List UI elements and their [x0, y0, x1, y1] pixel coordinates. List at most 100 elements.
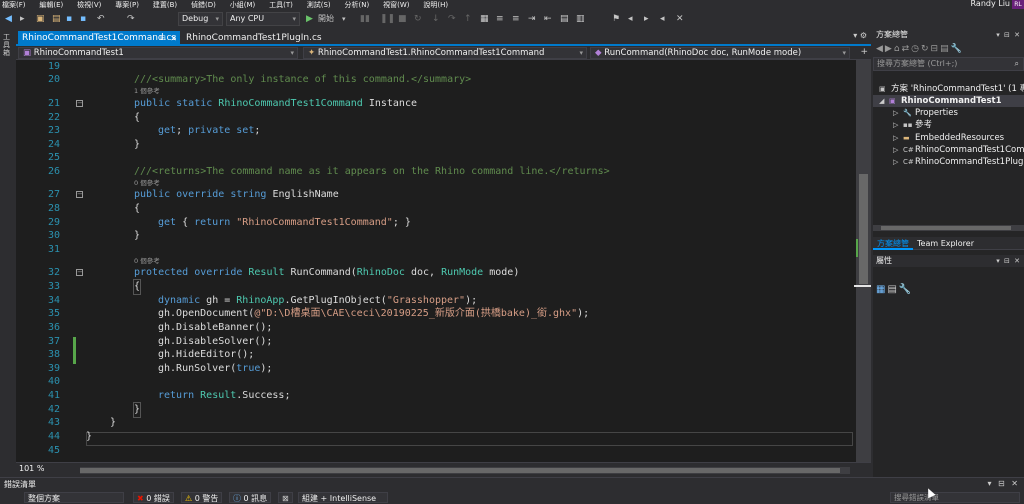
back-icon[interactable]: ◀ — [876, 44, 885, 54]
menu-edit[interactable]: 編輯(E) — [39, 1, 63, 9]
undo-icon[interactable]: ↶ — [97, 12, 105, 26]
uncomment-icon[interactable]: ≡ — [512, 12, 520, 26]
next-bookmark-icon[interactable]: ▸ — [644, 12, 649, 26]
user-name[interactable]: Randy Liu — [971, 0, 1010, 8]
format-icon[interactable]: ▤ — [560, 12, 569, 26]
tree-horizontal-scrollbar[interactable] — [873, 225, 1024, 231]
refresh-icon[interactable]: ↻ — [921, 44, 931, 54]
zoom-level[interactable]: 101 % — [19, 464, 44, 473]
reference-count[interactable]: 1 個參考 — [134, 87, 160, 95]
tab-command-cs[interactable]: RhinoCommandTest1Command.cs ⊟ ✕ — [18, 31, 180, 46]
start-button[interactable]: 開始 — [318, 12, 334, 26]
menu-project[interactable]: 專案(P) — [115, 1, 139, 9]
comment-icon[interactable]: ≡ — [496, 12, 504, 26]
tree-embedded-resources[interactable]: ▷ ▬ EmbeddedResources — [893, 132, 1004, 144]
build-source-select[interactable]: 組建 + IntelliSense — [298, 492, 388, 503]
collapsed-icon[interactable]: ▷ — [893, 132, 903, 144]
pending-icon[interactable]: ◷ — [911, 44, 921, 54]
bookmark-flag-icon[interactable]: ⚑ — [612, 12, 620, 26]
solution-explorer-search[interactable]: 搜尋方案總管 (Ctrl+;) ⌕ — [873, 57, 1024, 71]
tree-properties[interactable]: ▷ 🔧 Properties — [893, 107, 958, 119]
tab-list-dropdown-icon[interactable]: ▾ ⚙ — [853, 31, 867, 40]
tree-scroll-thumb[interactable] — [881, 226, 1011, 230]
collapse-all-icon[interactable]: ⊟ — [931, 44, 941, 54]
tree-command-file[interactable]: ▷ C#RhinoCommandTest1Comm — [893, 144, 1024, 156]
menu-view[interactable]: 檢視(V) — [77, 1, 101, 9]
stop-icon[interactable]: ■ — [398, 12, 407, 26]
redo-icon[interactable]: ↷ — [127, 12, 135, 26]
outdent-icon[interactable]: ⇤ — [544, 12, 552, 26]
menu-team[interactable]: 小組(M) — [230, 1, 256, 9]
menu-build[interactable]: 建置(B) — [153, 1, 177, 9]
tree-solution[interactable]: ▣ 方案 'RhinoCommandTest1' (1 專案 — [879, 83, 1024, 95]
configuration-select[interactable]: Debug ▾ — [178, 12, 223, 26]
messages-filter[interactable]: ⓘ 0 訊息 — [229, 492, 272, 503]
start-dropdown-icon[interactable]: ▾ — [342, 12, 346, 26]
prev-bookmark-icon[interactable]: ◂ — [628, 12, 633, 26]
platform-select[interactable]: Any CPU ▾ — [226, 12, 300, 26]
collapse-icon[interactable]: − — [76, 191, 83, 198]
vertical-scroll-thumb[interactable] — [859, 174, 868, 284]
scope-select[interactable]: 整個方案 — [24, 492, 124, 503]
errors-filter[interactable]: ✖ 0 錯誤 — [133, 492, 174, 503]
step-over-icon[interactable]: ↷ — [448, 12, 456, 26]
horizontal-scrollbar[interactable] — [80, 467, 850, 474]
code-editor[interactable]: 19 20 ///<summary>The only instance of th… — [16, 60, 856, 462]
categorized-icon[interactable]: ▦ — [876, 284, 887, 295]
new-project-icon[interactable]: ▣ — [36, 12, 45, 26]
pause-icon[interactable]: ❚❚ — [380, 12, 395, 26]
type-dropdown[interactable]: ✦ RhinoCommandTest1.RhinoCommandTest1Com… — [303, 47, 587, 59]
restart-icon[interactable]: ↻ — [414, 12, 422, 26]
save-all-icon[interactable]: ▪ — [80, 12, 86, 26]
toolbox-tab[interactable]: 工具箱 — [3, 33, 13, 57]
collapse-icon[interactable]: − — [76, 269, 83, 276]
menu-test[interactable]: 測試(S) — [307, 1, 331, 9]
tree-project[interactable]: ◢ ▣ RhinoCommandTest1 — [873, 95, 1024, 107]
tab-plugin-cs[interactable]: RhinoCommandTest1PlugIn.cs — [182, 31, 322, 46]
bookmark-icon[interactable]: ▦ — [480, 12, 489, 26]
menu-debug[interactable]: 偵錯(D) — [191, 1, 216, 9]
attach-icon[interactable]: ▮▮ — [360, 12, 370, 26]
sync-icon[interactable]: ⇄ — [902, 44, 912, 54]
search-icon[interactable]: ⌕ — [1015, 58, 1019, 70]
expanded-icon[interactable]: ◢ — [879, 95, 889, 107]
horizontal-scroll-thumb[interactable] — [80, 468, 840, 473]
collapsed-icon[interactable]: ▷ — [893, 107, 903, 119]
close-icon[interactable]: ✕ — [170, 31, 177, 46]
indent-icon[interactable]: ⇥ — [528, 12, 536, 26]
open-folder-icon[interactable]: ▤ — [52, 12, 61, 26]
home-icon[interactable]: ⌂ — [894, 44, 902, 54]
tab-team-explorer[interactable]: Team Explorer — [913, 237, 978, 250]
collapsed-icon[interactable]: ▷ — [893, 144, 903, 156]
forward-icon[interactable]: ▶ — [885, 44, 894, 54]
reference-count[interactable]: 0 個參考 — [134, 257, 160, 265]
panel-controls[interactable]: ▾ ⊟ ✕ — [996, 255, 1021, 267]
warnings-filter[interactable]: ⚠ 0 警告 — [181, 492, 223, 503]
collapsed-icon[interactable]: ▷ — [893, 156, 903, 168]
clear-filter-icon[interactable]: ⊠ — [278, 492, 293, 503]
menu-window[interactable]: 視窗(W) — [383, 1, 409, 9]
clear-bookmarks-icon[interactable]: ✕ — [676, 12, 684, 26]
menu-file[interactable]: 檔案(F) — [2, 1, 26, 9]
collapse-icon[interactable]: − — [76, 100, 83, 107]
forward-icon[interactable]: ▸ — [20, 12, 25, 26]
pin-icon[interactable]: ⊟ — [160, 31, 166, 46]
show-all-icon[interactable]: ▤ — [940, 44, 951, 54]
panel-controls[interactable]: ▾ ⊟ ✕ — [996, 29, 1021, 41]
tree-references[interactable]: ▷ ▪▪ 參考 — [893, 119, 932, 131]
alphabetical-icon[interactable]: ▤ — [887, 284, 898, 295]
project-dropdown[interactable]: ▣ RhinoCommandTest1 ▾ — [18, 47, 298, 59]
start-play-icon[interactable]: ▶ — [306, 12, 313, 26]
property-pages-icon[interactable]: 🔧 — [899, 284, 913, 295]
menu-analyze[interactable]: 分析(N) — [345, 1, 370, 9]
layout-icon[interactable]: ▥ — [576, 12, 585, 26]
step-out-icon[interactable]: ↑ — [464, 12, 472, 26]
step-into-icon[interactable]: ↓ — [432, 12, 440, 26]
back-icon[interactable]: ◀ — [5, 12, 12, 26]
tree-plugin-file[interactable]: ▷ C#RhinoCommandTest1PlugIn — [893, 156, 1024, 168]
panel-controls[interactable]: ▾ ⊟ ✕ — [987, 479, 1020, 488]
collapsed-icon[interactable]: ▷ — [893, 119, 903, 131]
error-list-search[interactable]: 搜尋錯誤清單 — [890, 492, 1020, 503]
menu-help[interactable]: 說明(H) — [423, 1, 448, 9]
split-icon[interactable]: + — [860, 47, 868, 57]
